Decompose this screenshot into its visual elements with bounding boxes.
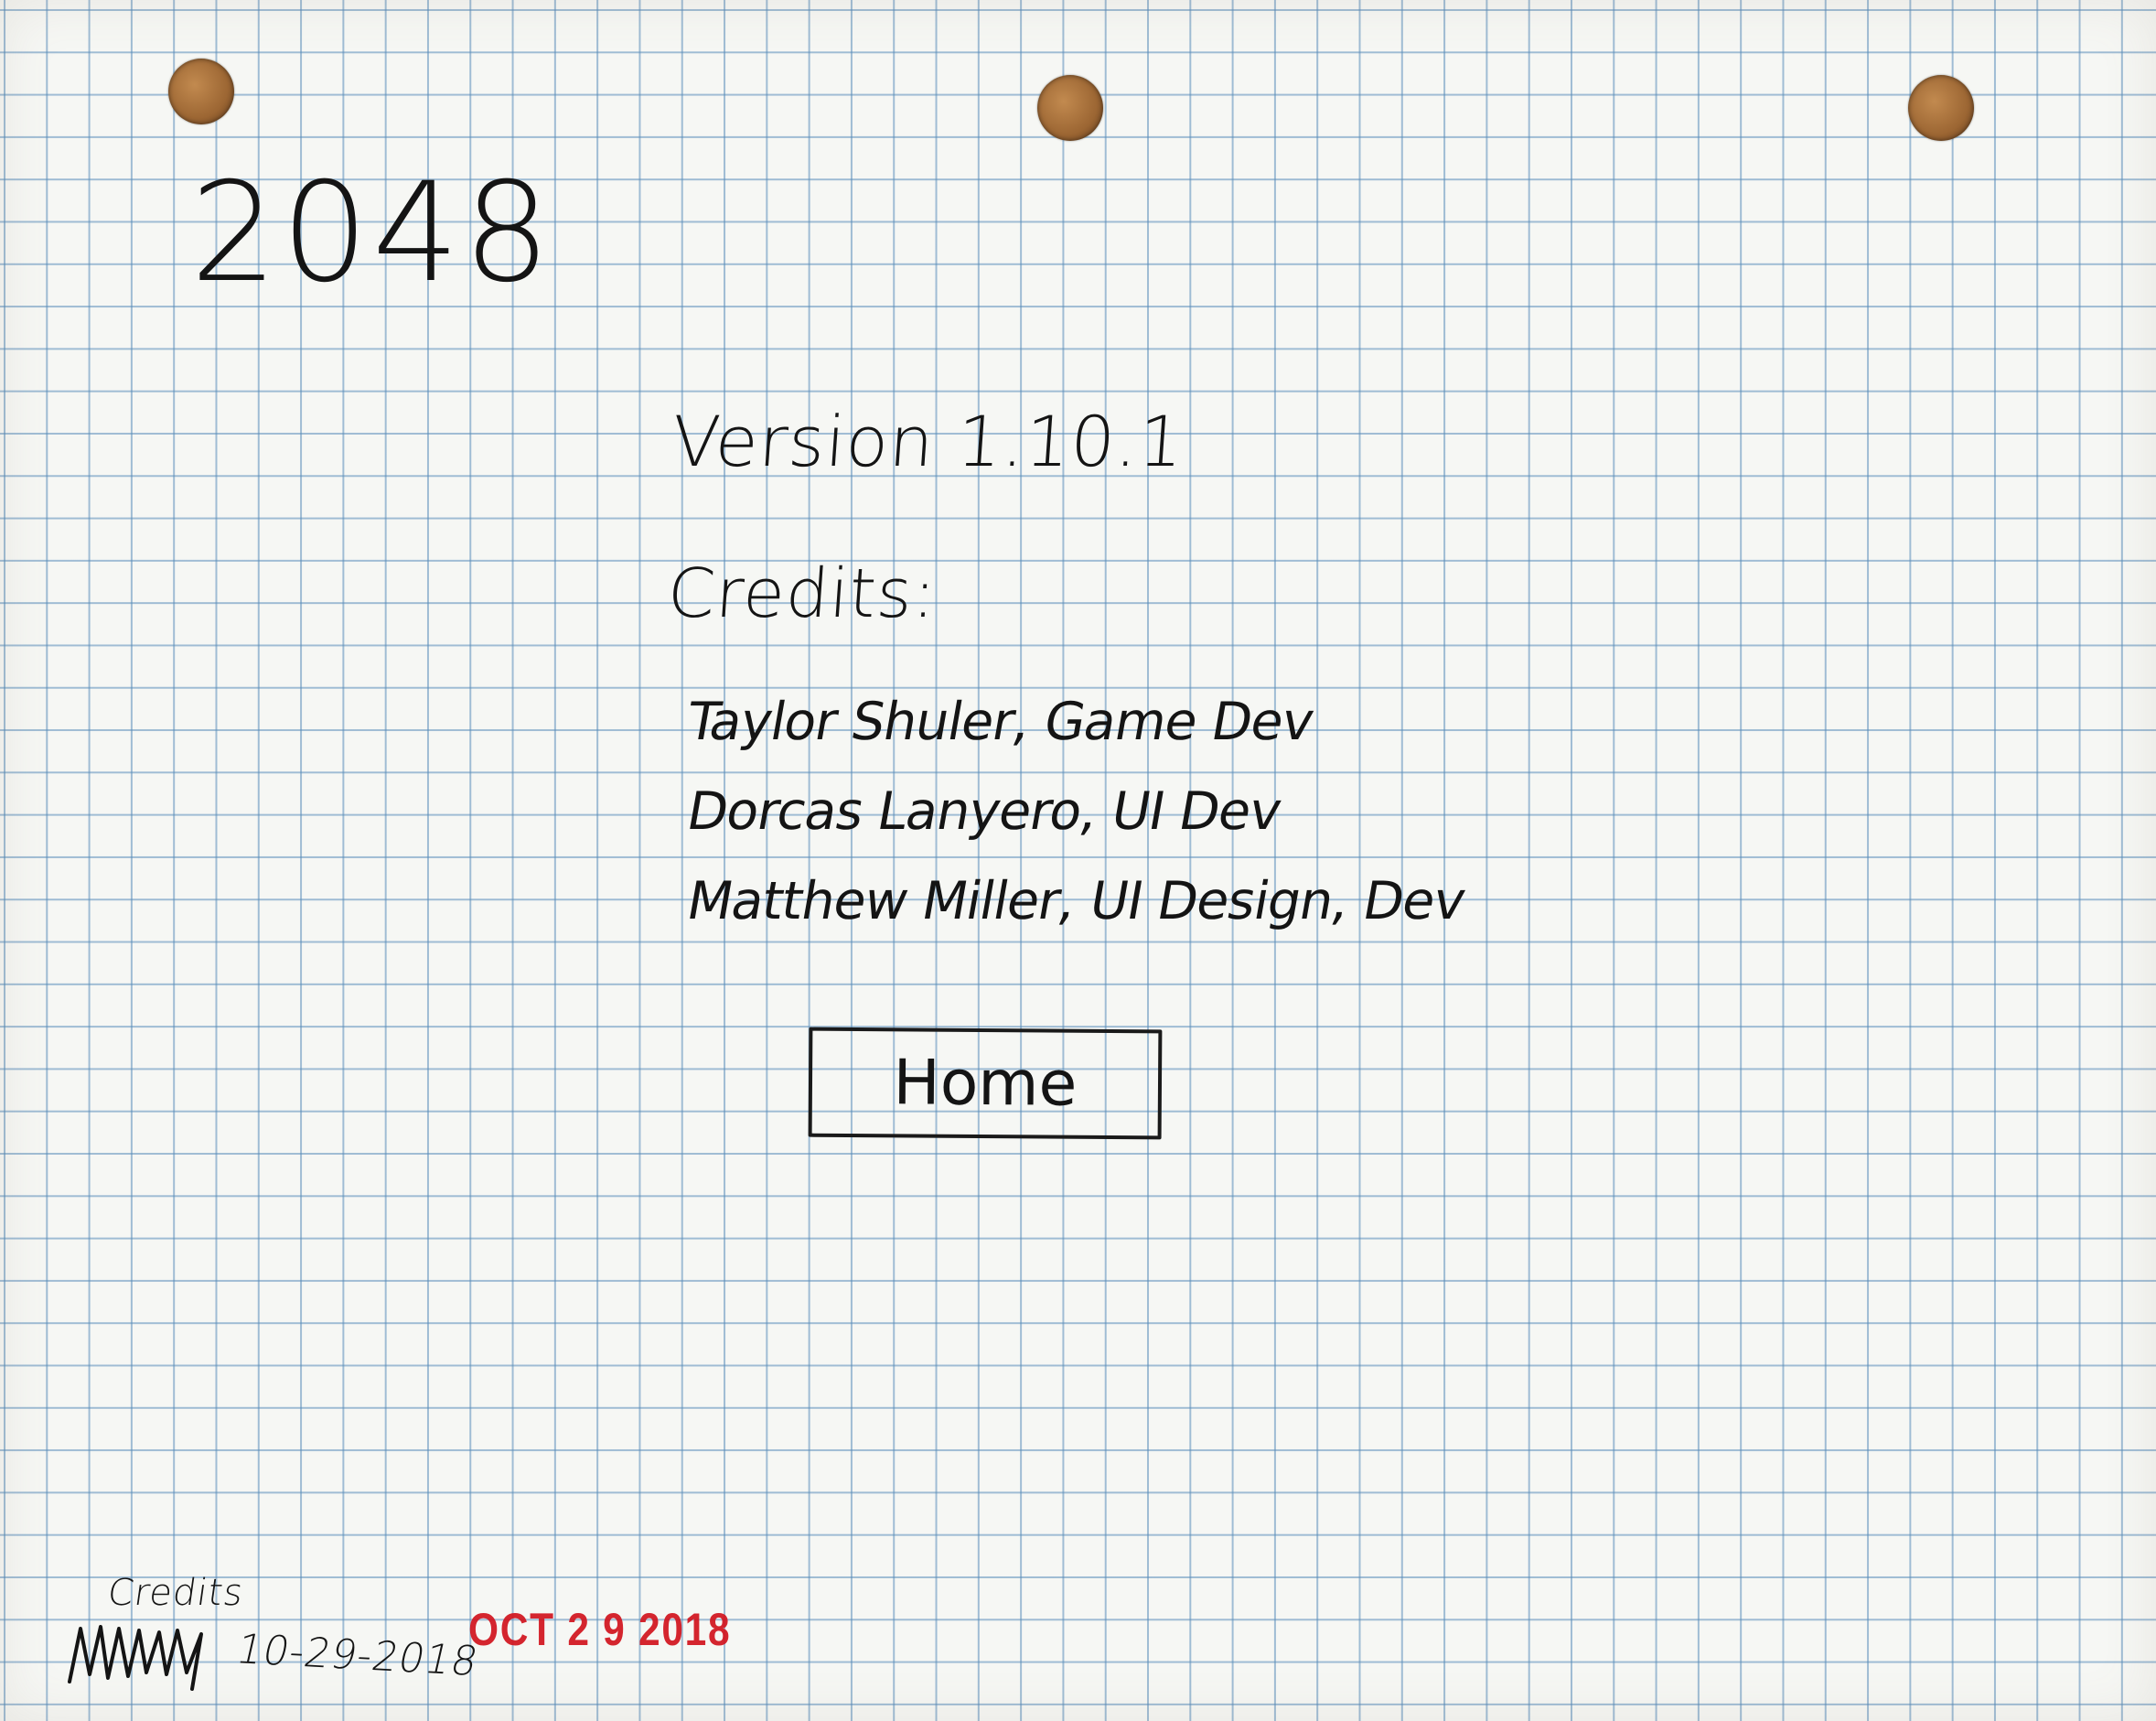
binder-hole-icon — [168, 59, 234, 124]
credits-heading: Credits: — [664, 554, 940, 633]
received-date-stamp: OCT 2 9 2018 — [468, 1604, 732, 1655]
credit-entry: Matthew Miller, UI Design, Dev — [682, 871, 1470, 931]
initials-signature — [68, 1625, 203, 1691]
paper-sketch-sheet: 2048 Version 1.10.1 Credits: Taylor Shul… — [0, 0, 2156, 1721]
version-text: Version 1.10.1 — [669, 401, 1187, 482]
app-title: 2048 — [190, 154, 554, 313]
credits-list: Taylor Shuler, Game Dev Dorcas Lanyero, … — [682, 677, 1469, 946]
binder-hole-icon — [1037, 75, 1103, 141]
home-button[interactable]: Home — [808, 1027, 1163, 1140]
sketch-date: 10-29-2018 — [231, 1626, 484, 1685]
credit-entry: Dorcas Lanyero, UI Dev — [682, 781, 1286, 842]
credit-entry: Taylor Shuler, Game Dev — [682, 692, 1318, 752]
binder-hole-icon — [1908, 75, 1974, 141]
sketch-caption: Credits — [104, 1572, 247, 1614]
